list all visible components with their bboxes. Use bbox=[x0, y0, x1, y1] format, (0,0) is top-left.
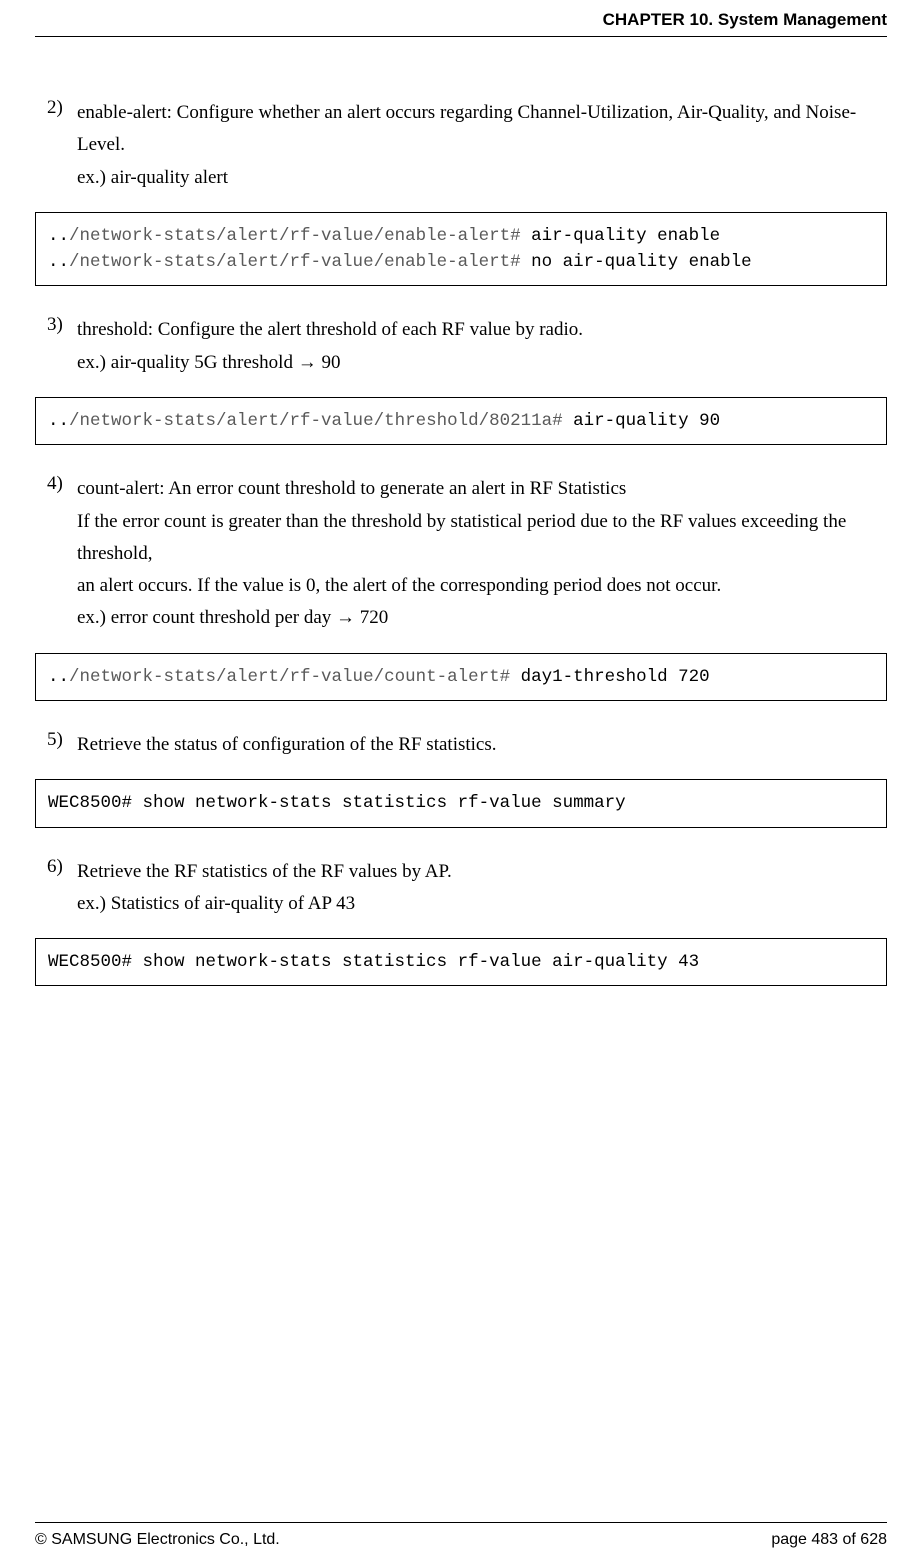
code-full: WEC8500# show network-stats statistics r… bbox=[48, 952, 699, 972]
page-footer: © SAMSUNG Electronics Co., Ltd. page 483… bbox=[35, 1522, 887, 1549]
code-prefix: .. bbox=[48, 226, 69, 246]
code-suffix: air-quality enable bbox=[521, 226, 721, 246]
code-path: /network-stats/alert/rf-value/enable-ale… bbox=[69, 252, 521, 272]
item-example: ex.) air-quality alert bbox=[77, 167, 228, 188]
item-text-line2: If the error count is greater than the t… bbox=[77, 511, 846, 564]
code-block: ../network-stats/alert/rf-value/threshol… bbox=[35, 397, 887, 445]
page-content: 2) enable-alert: Configure whether an al… bbox=[35, 37, 887, 986]
list-body: Retrieve the RF statistics of the RF val… bbox=[77, 856, 887, 921]
list-body: enable-alert: Configure whether an alert… bbox=[77, 97, 887, 194]
footer-page-number: page 483 of 628 bbox=[771, 1531, 887, 1549]
code-block: WEC8500# show network-stats statistics r… bbox=[35, 938, 887, 986]
code-path: /network-stats/alert/rf-value/count-aler… bbox=[69, 667, 510, 687]
list-body: count-alert: An error count threshold to… bbox=[77, 473, 887, 634]
list-number: 3) bbox=[35, 314, 77, 379]
item-example: ex.) Statistics of air-quality of AP 43 bbox=[77, 893, 355, 914]
code-suffix: no air-quality enable bbox=[521, 252, 752, 272]
code-full: WEC8500# show network-stats statistics r… bbox=[48, 793, 626, 813]
item-example: ex.) air-quality 5G threshold → 90 bbox=[77, 352, 340, 373]
code-block: ../network-stats/alert/rf-value/count-al… bbox=[35, 653, 887, 701]
list-item: 2) enable-alert: Configure whether an al… bbox=[35, 97, 887, 194]
item-text: enable-alert: Configure whether an alert… bbox=[77, 102, 856, 155]
item-example: ex.) error count threshold per day → 720 bbox=[77, 607, 388, 628]
code-suffix: air-quality 90 bbox=[563, 411, 721, 431]
code-prefix: .. bbox=[48, 411, 69, 431]
page-header: CHAPTER 10. System Management bbox=[35, 0, 887, 37]
list-body: Retrieve the status of configuration of … bbox=[77, 729, 887, 761]
item-text: count-alert: An error count threshold to… bbox=[77, 478, 626, 499]
item-text: Retrieve the status of configuration of … bbox=[77, 734, 497, 755]
chapter-title: CHAPTER 10. System Management bbox=[603, 10, 887, 29]
list-item: 3) threshold: Configure the alert thresh… bbox=[35, 314, 887, 379]
code-prefix: .. bbox=[48, 252, 69, 272]
list-number: 4) bbox=[35, 473, 77, 634]
footer-copyright: © SAMSUNG Electronics Co., Ltd. bbox=[35, 1531, 280, 1549]
code-block: ../network-stats/alert/rf-value/enable-a… bbox=[35, 212, 887, 287]
code-path: /network-stats/alert/rf-value/threshold/… bbox=[69, 411, 563, 431]
list-number: 2) bbox=[35, 97, 77, 194]
list-number: 5) bbox=[35, 729, 77, 761]
code-path: /network-stats/alert/rf-value/enable-ale… bbox=[69, 226, 521, 246]
item-text: Retrieve the RF statistics of the RF val… bbox=[77, 861, 452, 882]
item-text: threshold: Configure the alert threshold… bbox=[77, 319, 583, 340]
list-item: 6) Retrieve the RF statistics of the RF … bbox=[35, 856, 887, 921]
item-text-line3: an alert occurs. If the value is 0, the … bbox=[77, 575, 721, 596]
page-container: CHAPTER 10. System Management 2) enable-… bbox=[0, 0, 922, 1565]
list-item: 5) Retrieve the status of configuration … bbox=[35, 729, 887, 761]
code-suffix: day1-threshold 720 bbox=[510, 667, 710, 687]
list-number: 6) bbox=[35, 856, 77, 921]
list-body: threshold: Configure the alert threshold… bbox=[77, 314, 887, 379]
code-prefix: .. bbox=[48, 667, 69, 687]
code-block: WEC8500# show network-stats statistics r… bbox=[35, 779, 887, 827]
list-item: 4) count-alert: An error count threshold… bbox=[35, 473, 887, 634]
